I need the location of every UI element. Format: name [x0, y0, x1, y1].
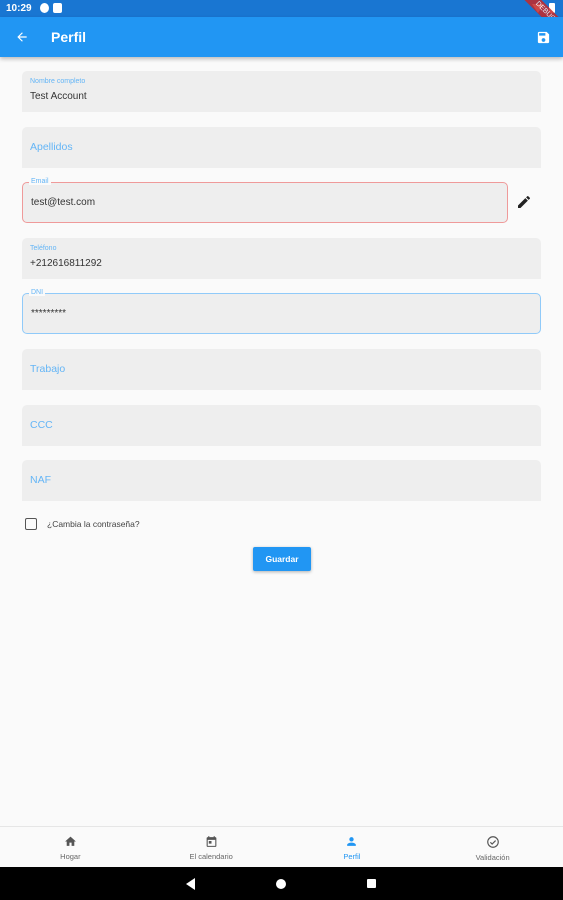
change-password-label: ¿Cambia la contraseña? [47, 519, 140, 529]
naf-placeholder: NAF [30, 474, 51, 486]
dni-label: DNI [29, 289, 46, 296]
email-value: test@test.com [31, 197, 96, 208]
nombre-value: Test Account [30, 91, 87, 102]
dni-field[interactable]: DNI ********* [22, 289, 541, 334]
ccc-placeholder: CCC [30, 419, 53, 431]
save-icon-button[interactable] [531, 25, 555, 49]
nav-label-validacion: Validación [475, 853, 510, 862]
notification-icons [40, 3, 62, 13]
app-bar: Perfil [0, 17, 563, 57]
nav-label-hogar: Hogar [60, 852, 81, 861]
system-home-icon[interactable] [276, 879, 286, 889]
notification-app-icon [40, 3, 49, 13]
nav-item-calendario[interactable]: El calendario [141, 827, 282, 867]
ccc-field[interactable]: CCC [22, 405, 541, 446]
nav-label-perfil: Perfil [343, 852, 361, 861]
page-title: Perfil [51, 29, 87, 45]
arrow-back-icon [17, 32, 27, 42]
status-time: 10:29 [6, 3, 32, 14]
nav-item-perfil[interactable]: Perfil [282, 827, 423, 867]
edit-email-icon[interactable] [516, 194, 532, 210]
system-recents-icon[interactable] [367, 879, 376, 888]
nombre-label: Nombre completo [30, 78, 86, 85]
save-icon [537, 31, 549, 43]
change-password-row: ¿Cambia la contraseña? [25, 518, 140, 530]
sd-card-icon [53, 3, 62, 13]
check-circle-icon [486, 836, 499, 848]
telefono-field[interactable]: Teléfono +212616811292 [22, 238, 541, 279]
nav-item-hogar[interactable]: Hogar [0, 827, 141, 867]
change-password-checkbox[interactable] [25, 518, 37, 530]
nombre-field[interactable]: Nombre completo Test Account [22, 71, 541, 112]
apellidos-field[interactable]: Apellidos [22, 127, 541, 168]
save-button[interactable]: Guardar [253, 547, 311, 571]
bottom-nav: Hogar El calendario Perfil Validación [0, 826, 563, 867]
system-back-icon[interactable] [186, 878, 195, 890]
email-label: Email [29, 178, 51, 185]
email-field[interactable]: Email test@test.com [22, 178, 508, 223]
back-button[interactable] [10, 25, 34, 49]
telefono-label: Teléfono [30, 245, 57, 252]
calendar-icon [206, 836, 216, 847]
trabajo-field[interactable]: Trabajo [22, 349, 541, 390]
apellidos-placeholder: Apellidos [30, 141, 73, 153]
home-icon [64, 836, 76, 846]
dni-value: ********* [31, 308, 67, 319]
telefono-value: +212616811292 [30, 258, 102, 269]
trabajo-placeholder: Trabajo [30, 363, 66, 375]
system-nav-bar [0, 867, 563, 900]
status-bar: 10:29 DEBUG [0, 0, 563, 45]
person-icon [347, 837, 357, 846]
nav-label-calendario: El calendario [189, 852, 233, 861]
naf-field[interactable]: NAF [22, 460, 541, 501]
nav-item-validacion[interactable]: Validación [422, 827, 563, 867]
